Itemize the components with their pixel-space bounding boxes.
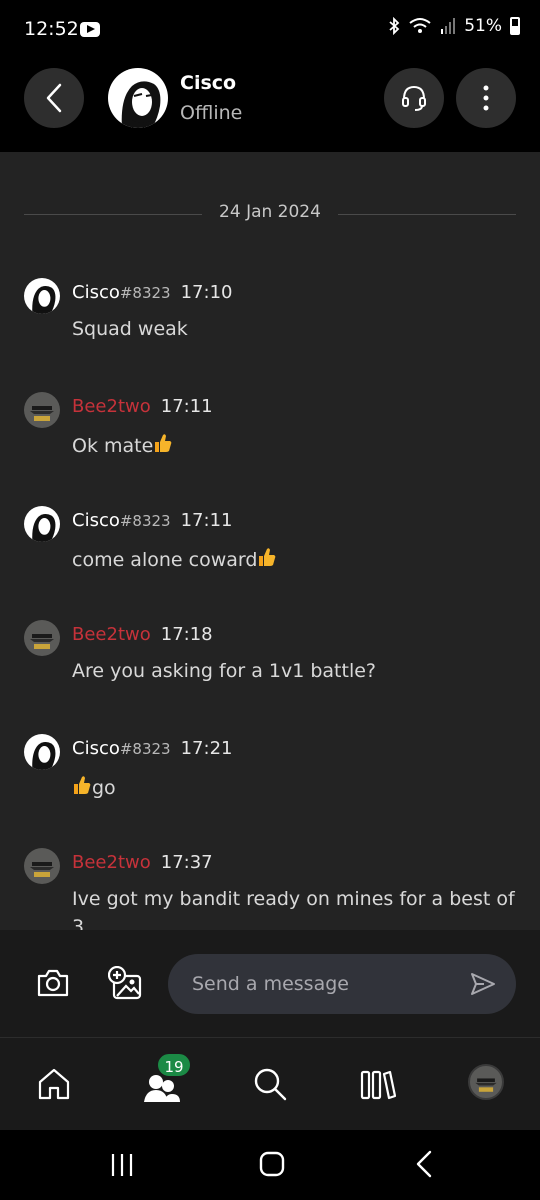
search-icon[interactable]: [252, 1066, 288, 1102]
contact-avatar[interactable]: [108, 68, 168, 128]
battery-icon: [510, 17, 520, 35]
message-item[interactable]: Cisco#8323 17:10 Squad weak: [24, 278, 524, 368]
avatar[interactable]: [24, 620, 60, 656]
status-time: 12:52: [24, 18, 79, 40]
add-image-icon[interactable]: [108, 966, 144, 1002]
voice-chat-button[interactable]: [384, 68, 444, 128]
chevron-left-icon: [46, 83, 62, 113]
avatar[interactable]: [24, 848, 60, 884]
back-nav-icon[interactable]: [414, 1150, 434, 1178]
bottom-navigation: 19: [0, 1038, 540, 1130]
back-button[interactable]: [24, 68, 84, 128]
message-header: Bee2two 17:18: [72, 624, 213, 645]
camera-icon[interactable]: [36, 968, 70, 998]
status-icons: 51%: [388, 16, 520, 36]
notification-badge: 19: [156, 1052, 192, 1078]
wifi-icon: [409, 18, 431, 33]
more-vertical-icon: [483, 85, 489, 111]
avatar[interactable]: [24, 392, 60, 428]
message-header: Cisco#8323 17:10: [72, 282, 232, 303]
chat-header: Cisco Offline: [0, 60, 540, 152]
message-body: Ok mate: [72, 435, 154, 457]
date-label: 24 Jan 2024: [219, 202, 321, 222]
system-navigation: [0, 1130, 540, 1200]
message-text: Are you asking for a 1v1 battle?: [72, 660, 376, 682]
message-text: come alone coward: [72, 546, 277, 571]
more-options-button[interactable]: [456, 68, 516, 128]
avatar[interactable]: [24, 506, 60, 542]
divider: [338, 214, 516, 215]
composer: Send a message: [0, 930, 540, 1038]
message-item[interactable]: Bee2two 17:11 Ok mate: [24, 392, 524, 482]
thumbs-up-icon: [259, 548, 276, 566]
author-tag: #8323: [119, 512, 171, 530]
message-input-placeholder: Send a message: [192, 973, 349, 995]
headset-icon: [402, 85, 426, 111]
author-name[interactable]: Cisco: [72, 282, 120, 303]
profile-avatar[interactable]: [468, 1064, 504, 1100]
author-name[interactable]: Bee2two: [72, 852, 151, 873]
contact-status: Offline: [180, 102, 243, 124]
message-time: 17:11: [180, 510, 233, 531]
author-name[interactable]: Cisco: [72, 738, 120, 759]
status-bar: 12:52 51%: [0, 0, 540, 60]
message-body: go: [92, 777, 116, 799]
message-body: Ive got my bandit ready on mines for a b…: [72, 888, 515, 910]
message-time: 17:11: [160, 396, 213, 417]
avatar[interactable]: [24, 734, 60, 770]
signal-icon: [441, 18, 456, 34]
message-header: Bee2two 17:11: [72, 396, 213, 417]
message-time: 17:10: [180, 282, 233, 303]
message-text-overflow: 3: [72, 916, 85, 930]
message-time: 17:21: [180, 738, 233, 759]
thumbs-up-icon: [155, 434, 172, 452]
date-separator: 24 Jan 2024: [24, 202, 516, 226]
message-text: Ive got my bandit ready on mines for a b…: [72, 888, 515, 910]
message-time: 17:18: [160, 624, 213, 645]
library-icon[interactable]: [360, 1066, 396, 1102]
author-tag: #8323: [119, 284, 171, 302]
message-item[interactable]: Cisco#8323 17:21 go: [24, 734, 524, 824]
message-body: come alone coward: [72, 549, 258, 571]
home-button-icon[interactable]: [258, 1150, 286, 1178]
message-item[interactable]: Cisco#8323 17:11 come alone coward: [24, 506, 524, 596]
bluetooth-icon: [389, 17, 400, 35]
message-text: go: [72, 774, 116, 799]
message-text: Squad weak: [72, 318, 188, 340]
message-item[interactable]: Bee2two 17:18 Are you asking for a 1v1 ba…: [24, 620, 524, 710]
avatar[interactable]: [24, 278, 60, 314]
message-text: Ok mate: [72, 432, 173, 457]
message-input[interactable]: Send a message: [168, 954, 516, 1014]
thumbs-up-icon: [74, 776, 91, 794]
message-header: Cisco#8323 17:21: [72, 738, 232, 759]
message-body: Squad weak: [72, 318, 188, 340]
message-time: 17:37: [160, 852, 213, 873]
recent-apps-icon[interactable]: [110, 1152, 134, 1178]
author-tag: #8323: [119, 740, 171, 758]
message-header: Cisco#8323 17:11: [72, 510, 232, 531]
message-item[interactable]: Bee2two 17:37 Ive got my bandit ready on …: [24, 848, 524, 930]
author-name[interactable]: Bee2two: [72, 396, 151, 417]
home-icon[interactable]: [36, 1066, 72, 1102]
author-name[interactable]: Cisco: [72, 510, 120, 531]
battery-percent: 51%: [464, 16, 502, 36]
message-list[interactable]: 24 Jan 2024 Cisco#8323 17:10 Squad weak B…: [0, 152, 540, 930]
message-body: Are you asking for a 1v1 battle?: [72, 660, 376, 682]
contact-name: Cisco: [180, 72, 237, 94]
send-icon[interactable]: [470, 972, 496, 996]
message-header: Bee2two 17:37: [72, 852, 213, 873]
youtube-notification-icon: [80, 22, 100, 37]
author-name[interactable]: Bee2two: [72, 624, 151, 645]
